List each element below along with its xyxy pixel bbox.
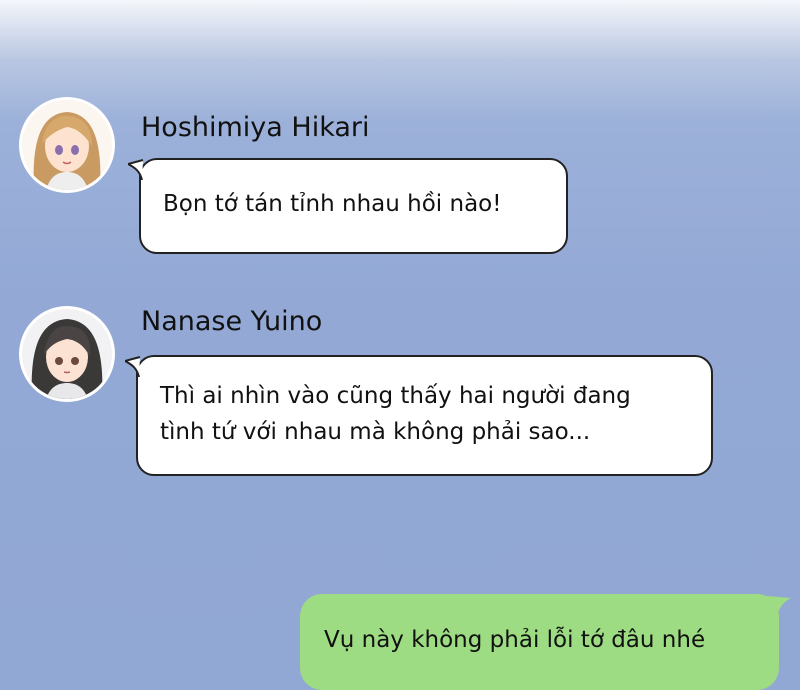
bubble-tail (125, 356, 141, 377)
hikari-avatar[interactable] (19, 97, 115, 193)
yuino-avatar[interactable] (19, 306, 115, 402)
bubble-tail (767, 596, 791, 616)
bubble-tail (128, 159, 144, 180)
message-bubble[interactable]: Thì ai nhìn vào cũng thấy hai người đang… (125, 355, 713, 476)
message-text: Vụ này không phải lỗi tớ đâu nhé (324, 627, 706, 653)
sender-name: Hoshimiya Hikari (141, 112, 370, 143)
message-text: Thì ai nhìn vào cũng thấy hai người đang… (160, 383, 631, 445)
sender-name: Nanase Yuino (141, 306, 323, 337)
message-bubble[interactable]: Bọn tớ tán tỉnh nhau hồi nào! (128, 158, 568, 254)
chat-view: Hoshimiya Hikari Bọn tớ tán tỉnh nhau hồ… (0, 0, 800, 690)
message-text: Bọn tớ tán tỉnh nhau hồi nào! (163, 191, 502, 217)
own-message-bubble[interactable]: Vụ này không phải lỗi tớ đâu nhé (300, 594, 791, 690)
